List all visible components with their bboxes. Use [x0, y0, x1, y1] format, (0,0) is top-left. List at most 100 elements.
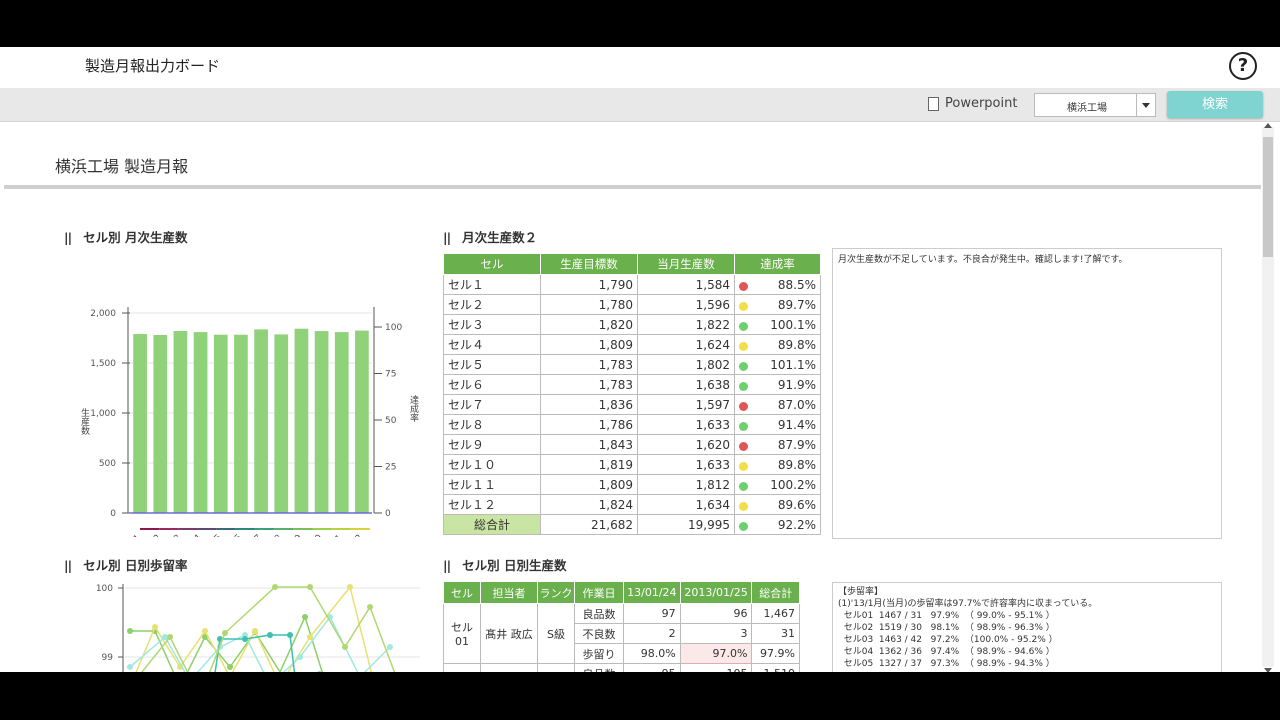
col-header-person: 担当者	[480, 581, 538, 604]
target-value: 1,809	[540, 474, 638, 495]
col-header-rate: 達成率	[734, 253, 821, 275]
yield-note-line: (1)'13/1月(当月)の歩留率は97.7%で許容率内に収まっている。	[838, 599, 1098, 609]
chevron-down-icon[interactable]	[1136, 94, 1155, 116]
series-point[interactable]	[167, 634, 173, 640]
rate-value: 91.9%	[734, 374, 821, 395]
series-point[interactable]	[152, 624, 158, 630]
table-row: セル１ 1,790 1,584 88.5%	[443, 274, 821, 295]
yield-note-line: セル01 1467 / 31 97.9% （ 99.0% - 95.1% ）	[838, 611, 1055, 621]
scroll-up-icon[interactable]	[1264, 123, 1272, 128]
scroll-down-icon[interactable]	[1264, 668, 1272, 672]
bar[interactable]	[334, 332, 349, 513]
series-point[interactable]	[302, 614, 308, 620]
day1-value: 97	[623, 603, 681, 624]
table-row: セル１０ 1,819 1,633 89.8%	[443, 454, 821, 475]
table-header-row: セル 担当者 ランク 作業日 13/01/24 2013/01/25 総合計	[443, 581, 800, 604]
actual-value: 1,620	[637, 434, 735, 455]
search-button[interactable]: 検索	[1167, 91, 1263, 118]
series-point[interactable]	[367, 604, 373, 610]
scrollbar-thumb[interactable]	[1263, 137, 1273, 257]
vertical-scrollbar[interactable]	[1262, 123, 1274, 672]
rate-value: 100.2%	[734, 474, 821, 495]
bar[interactable]	[355, 330, 369, 513]
series-point[interactable]	[347, 584, 353, 590]
series-point[interactable]	[127, 628, 133, 634]
monthly-production-chart: 2,0001,5001,00050001007550250生産数達成率セル１セル…	[79, 307, 419, 537]
series-point[interactable]	[242, 636, 248, 642]
yield-note-line: セル02 1519 / 30 98.1% （ 98.9% - 96.3% ）	[838, 623, 1055, 633]
col-header-date2: 2013/01/25	[679, 581, 753, 604]
bar[interactable]	[274, 334, 289, 513]
section-title-monthly-chart: セル別 月次生産数	[64, 227, 187, 246]
actual-value: 1,633	[637, 414, 735, 435]
bar[interactable]	[314, 331, 329, 513]
cell-name: セル01	[443, 603, 481, 664]
x-tick-label: セル５	[198, 531, 225, 537]
status-dot-icon	[739, 341, 748, 351]
rank-value: S級	[537, 603, 575, 664]
x-tick-label: セル７	[238, 531, 265, 537]
table-row: セル５ 1,783 1,802 101.1%	[443, 354, 821, 375]
bar[interactable]	[153, 335, 168, 513]
col-header-cell: セル	[443, 581, 481, 604]
section-title-monthly-table: 月次生産数２	[443, 227, 537, 246]
day2-value: 105	[679, 663, 753, 672]
total-value: 31	[751, 623, 800, 644]
app-window: 製造月報出力ボード ? Powerpoint 横浜工場 検索 横浜工場 製造月報…	[0, 47, 1280, 672]
series-point[interactable]	[287, 632, 293, 638]
bar[interactable]	[294, 328, 309, 513]
title-divider	[4, 185, 1261, 189]
bar[interactable]	[193, 332, 208, 513]
series-point[interactable]	[387, 644, 393, 650]
x-tick-label: セル８	[258, 531, 285, 537]
bar[interactable]	[133, 334, 147, 513]
table-row: セル７ 1,836 1,597 87.0%	[443, 394, 821, 415]
total-value: 97.9%	[751, 643, 800, 664]
rate-value: 101.1%	[734, 354, 821, 375]
powerpoint-export-button[interactable]: Powerpoint	[928, 96, 1017, 111]
y-tick-label: 1,000	[90, 409, 116, 419]
bar[interactable]	[213, 334, 228, 513]
series-point[interactable]	[222, 630, 228, 636]
series-point[interactable]	[252, 628, 258, 634]
bar[interactable]	[173, 331, 188, 513]
y-tick-label: 0	[110, 509, 116, 519]
powerpoint-label: Powerpoint	[945, 96, 1018, 111]
rate-text: 89.6%	[777, 497, 816, 512]
total-row: 総合計 21,682 19,995 92.2%	[443, 514, 821, 535]
series-point[interactable]	[127, 664, 133, 670]
rate-value: 89.6%	[734, 494, 821, 515]
bar[interactable]	[234, 334, 248, 513]
x-tick-label: セル６	[218, 531, 245, 537]
series-point[interactable]	[202, 628, 208, 634]
help-icon[interactable]: ?	[1229, 52, 1257, 80]
person-name-empty	[480, 663, 538, 672]
table-row: セル３ 1,820 1,822 100.1%	[443, 314, 821, 335]
daily-production-table: セル 担当者 ランク 作業日 13/01/24 2013/01/25 総合計 セ…	[443, 581, 800, 672]
bar[interactable]	[254, 329, 268, 513]
target-value: 1,836	[540, 394, 638, 415]
series-point[interactable]	[297, 654, 303, 660]
y-tick-label: 100	[96, 584, 113, 594]
series-point[interactable]	[342, 644, 348, 650]
series-point[interactable]	[307, 584, 313, 590]
monthly-comment-box[interactable]: 月次生産数が不足しています。不良合が発生中。確認します!了解です。	[832, 248, 1222, 539]
rate-text: 87.0%	[777, 397, 816, 412]
series-point[interactable]	[227, 664, 233, 670]
actual-value: 19,995	[637, 514, 735, 535]
y-tick-label: 1,500	[90, 359, 116, 369]
total-value: 1,467	[751, 603, 800, 624]
factory-select[interactable]: 横浜工場	[1034, 93, 1156, 117]
yield-note-line: セル04 1362 / 36 97.4% （ 98.9% - 94.6% ）	[838, 647, 1055, 657]
series-point[interactable]	[307, 634, 313, 640]
status-dot-icon	[739, 421, 748, 431]
rate-text: 101.1%	[770, 357, 816, 372]
actual-value: 1,812	[637, 474, 735, 495]
series-point[interactable]	[272, 584, 278, 590]
table-row: セル１２ 1,824 1,634 89.6%	[443, 494, 821, 515]
yield-comment-box[interactable]: 【歩留率】 (1)'13/1月(当月)の歩留率は97.7%で許容率内に収まっている…	[832, 582, 1222, 672]
target-value: 1,824	[540, 494, 638, 515]
y2-tick-label: 75	[385, 370, 396, 380]
series-point[interactable]	[267, 632, 273, 638]
col-header-target: 生産目標数	[540, 253, 638, 275]
